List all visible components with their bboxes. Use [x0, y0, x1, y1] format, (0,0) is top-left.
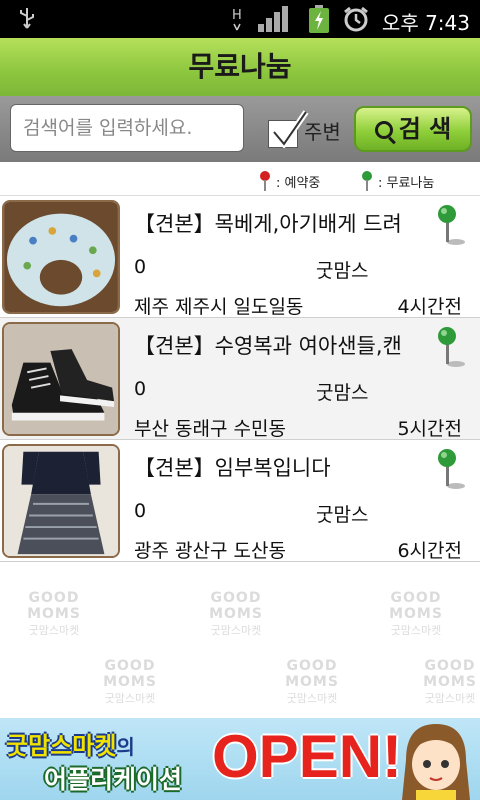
watermark-logo: GOOD MOMS 굿맘스마켓 — [389, 590, 443, 637]
nearby-label: 주변 — [304, 120, 341, 144]
search-button-label: 검 색 — [398, 115, 452, 143]
list-item[interactable]: 【견본】목베게,아기배게 드려 0 굿맘스 제주 제주시 일도일동 4시간전 — [0, 196, 480, 318]
watermark-logo: GOOD MOMS 굿맘스마켓 — [27, 590, 81, 637]
banner-open-text: OPEN! — [212, 723, 403, 790]
item-location: 광주 광산구 도산동 — [134, 540, 286, 562]
red-pin-icon — [260, 171, 270, 191]
item-thumbnail — [2, 444, 120, 558]
banner-ad[interactable]: 굿맘스마켓의 어플리케이션 OPEN! — [0, 718, 480, 800]
svg-text:H: H — [232, 8, 242, 23]
battery-icon — [309, 5, 329, 33]
legend-reserved-label: : 예약중 — [276, 175, 321, 191]
watermark-logo: GOOD MOMS 굿맘스마켓 — [209, 590, 263, 637]
item-thumbnail — [2, 322, 120, 436]
watermark-logo: GOOD MOMS 굿맘스마켓 — [285, 658, 339, 705]
item-time-ago: 6시간전 — [397, 540, 462, 562]
green-pin-icon — [438, 449, 465, 489]
alarm-icon — [344, 6, 368, 32]
item-seller: 굿맘스 — [316, 504, 369, 526]
legend-free-label: : 무료나눔 — [378, 175, 435, 191]
list-item[interactable]: 【견본】수영복과 여아샌들,캔 0 굿맘스 부산 동래구 수민동 5시간전 — [0, 318, 480, 440]
search-input[interactable]: 검색어를 입력하세요. — [10, 104, 244, 152]
legend-free: : 무료나눔 — [360, 170, 434, 192]
watermark-logo: GOOD MOMS 굿맘스마켓 — [103, 658, 157, 705]
sneakers-photo — [4, 324, 118, 434]
green-pin-icon — [362, 171, 372, 191]
search-button[interactable]: 검 색 — [354, 106, 472, 152]
banner-line1: 굿맘스마켓의 — [6, 732, 135, 760]
item-time-ago: 4시간전 — [397, 296, 462, 318]
dress-photo — [4, 446, 118, 556]
item-thumbnail — [2, 200, 120, 314]
item-seller: 굿맘스 — [316, 260, 369, 282]
watermark-logo: GOOD MOMS 굿맘스마켓 — [423, 658, 477, 705]
watermark-area: GOOD MOMS 굿맘스마켓 GOOD MOMS 굿맘스마켓 GOOD MOMS 굿… — [0, 562, 480, 718]
item-location: 부산 동래구 수민동 — [134, 418, 286, 440]
search-icon — [374, 121, 393, 139]
title-bar: 무료나눔 — [0, 38, 480, 96]
clock: 오후 7:43 — [381, 11, 470, 35]
green-pin-icon — [438, 205, 465, 245]
signal-icon: H — [232, 6, 288, 32]
item-list: 【견본】목베게,아기배게 드려 0 굿맘스 제주 제주시 일도일동 4시간전 【… — [0, 196, 480, 562]
green-pin-icon — [438, 327, 465, 367]
legend: : 예약중 : 무료나눔 — [0, 162, 480, 196]
item-title: 【견본】목베게,아기배게 드려 — [134, 212, 402, 236]
list-item[interactable]: 【견본】임부복입니다 0 굿맘스 광주 광산구 도산동 6시간전 — [0, 440, 480, 562]
usb-icon — [20, 8, 34, 29]
item-title: 【견본】임부복입니다 — [134, 456, 331, 480]
item-count: 0 — [134, 500, 147, 522]
banner-line2: 어플리케이션 — [44, 765, 183, 794]
status-bar: H 오후 7:43 — [0, 0, 480, 38]
item-seller: 굿맘스 — [316, 382, 369, 404]
mascot-illustration — [402, 724, 470, 800]
legend-reserved: : 예약중 — [258, 170, 320, 192]
search-bar: 검색어를 입력하세요. 주변 검 색 — [0, 96, 480, 162]
item-location: 제주 제주시 일도일동 — [134, 296, 304, 318]
item-count: 0 — [134, 378, 147, 400]
item-time-ago: 5시간전 — [397, 418, 462, 440]
nearby-checkbox[interactable]: 주변 — [268, 108, 348, 150]
page-title: 무료나눔 — [188, 50, 292, 83]
item-count: 0 — [134, 256, 147, 278]
pillow-photo — [4, 202, 118, 312]
item-title: 【견본】수영복과 여아샌들,캔 — [134, 334, 402, 358]
